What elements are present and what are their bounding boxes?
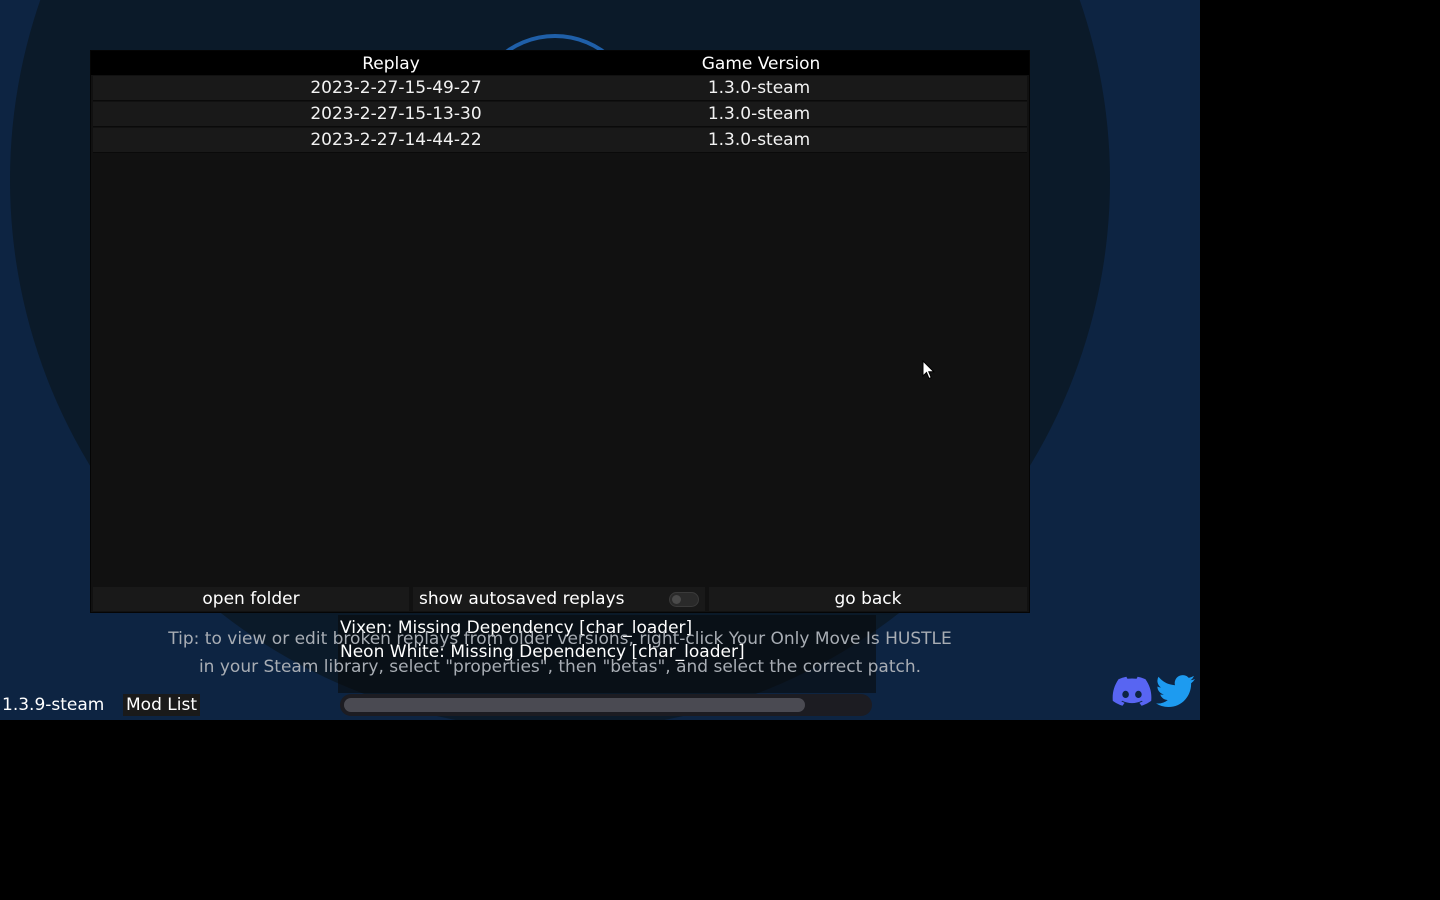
replay-browser-panel: Replay Game Version 2023-2-27-15-49-27 1… <box>90 50 1030 613</box>
go-back-button[interactable]: go back <box>709 587 1027 611</box>
header-game-version[interactable]: Game Version <box>561 52 961 76</box>
game-viewport: Replay Game Version 2023-2-27-15-49-27 1… <box>0 0 1200 720</box>
replay-version: 1.3.0-steam <box>707 78 811 98</box>
replay-version: 1.3.0-steam <box>707 130 811 150</box>
game-version-label: 1.3.9-steam <box>2 695 105 715</box>
replay-row[interactable]: 2023-2-27-15-13-30 1.3.0-steam <box>93 102 1027 127</box>
scrollbar-thumb[interactable] <box>344 698 805 712</box>
mod-list-button[interactable]: Mod List <box>123 694 200 716</box>
tip-line-1: Tip: to view or edit broken replays from… <box>168 629 952 649</box>
discord-icon[interactable] <box>1112 676 1152 708</box>
replay-row[interactable]: 2023-2-27-14-44-22 1.3.0-steam <box>93 128 1027 153</box>
tip-text: Tip: to view or edit broken replays from… <box>90 625 1030 681</box>
show-autosaved-toggle-row[interactable]: show autosaved replays <box>413 587 705 611</box>
horizontal-scrollbar[interactable] <box>340 694 872 716</box>
replay-actions-bar: open folder show autosaved replays go ba… <box>93 587 1027 611</box>
open-folder-button[interactable]: open folder <box>93 587 409 611</box>
replay-version: 1.3.0-steam <box>707 104 811 124</box>
replay-table-header: Replay Game Version <box>91 51 1029 75</box>
toggle-knob <box>672 595 681 604</box>
replay-row[interactable]: 2023-2-27-15-49-27 1.3.0-steam <box>93 76 1027 101</box>
autosave-toggle[interactable] <box>669 592 699 607</box>
show-autosaved-label: show autosaved replays <box>419 589 625 609</box>
tip-line-2: in your Steam library, select "propertie… <box>198 657 922 677</box>
cursor-icon <box>922 360 936 380</box>
twitter-icon[interactable] <box>1156 674 1196 710</box>
